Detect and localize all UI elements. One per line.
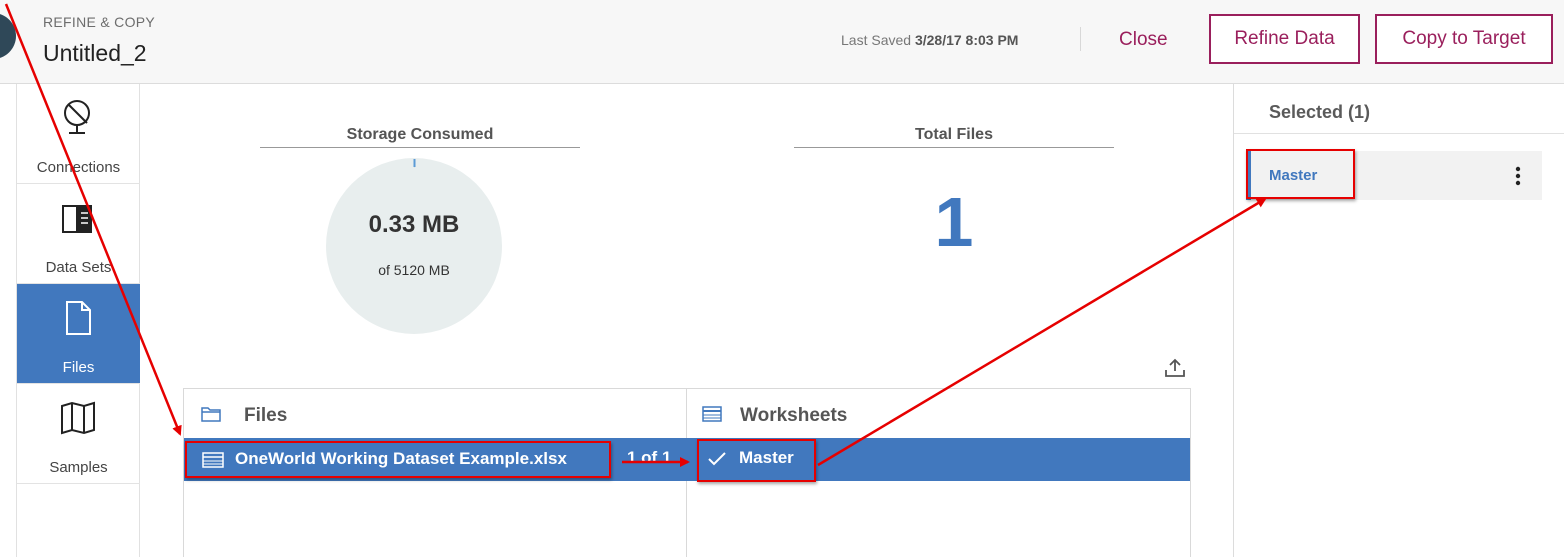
page-title[interactable]: Untitled_2 (43, 40, 147, 67)
nav-item-data-sets[interactable]: Data Sets (17, 184, 140, 284)
last-saved-label: Last Saved (841, 32, 912, 48)
upload-icon[interactable] (1164, 358, 1186, 378)
selected-item[interactable]: Master (1246, 151, 1542, 200)
file-icon (66, 301, 91, 335)
storage-consumed-title: Storage Consumed (346, 126, 494, 143)
total-files-title: Total Files (915, 126, 993, 143)
overflow-menu-icon[interactable] (1512, 164, 1524, 188)
file-count: 1 of 1 (627, 448, 672, 467)
data-sets-icon (62, 205, 92, 233)
worksheets-column-header: Worksheets (740, 405, 848, 426)
file-name: OneWorld Working Dataset Example.xlsx (235, 449, 567, 468)
app-label: REFINE & COPY (43, 14, 156, 30)
nav-label-connections: Connections (36, 159, 121, 176)
nav-label-files: Files (62, 359, 95, 376)
samples-icon (61, 401, 95, 435)
nav-label-data-sets: Data Sets (45, 259, 112, 276)
checkmark-icon (708, 452, 726, 466)
copy-to-target-button[interactable]: Copy to Target (1375, 14, 1553, 64)
storage-value: 0.33 MB (368, 211, 460, 238)
storage-donut-track (326, 158, 502, 334)
storage-title-rule (260, 147, 580, 148)
worksheet-list-item[interactable]: Master (698, 440, 814, 480)
nav-item-files[interactable]: Files (17, 284, 140, 384)
storage-used-tick (413, 159, 416, 167)
header: REFINE & COPY Untitled_2 Last Saved 3/28… (0, 0, 1564, 84)
nav-item-connections[interactable]: Connections (17, 84, 140, 184)
refine-data-button[interactable]: Refine Data (1209, 14, 1360, 64)
nav-item-samples[interactable]: Samples (17, 384, 140, 484)
nav-label-samples: Samples (49, 459, 108, 476)
storage-capacity: of 5120 MB (378, 262, 450, 278)
selected-panel-divider (1234, 133, 1564, 134)
last-saved: Last Saved 3/28/17 8:03 PM (841, 32, 1018, 48)
avatar[interactable] (0, 13, 16, 59)
left-nav: Connections Data Sets Files Samples (16, 84, 140, 557)
total-files-rule (794, 147, 1114, 148)
storage-donut (326, 158, 502, 334)
connections-icon (64, 100, 90, 134)
worksheet-name: Master (739, 448, 794, 467)
folder-icon (201, 407, 221, 422)
last-saved-value: 3/28/17 8:03 PM (914, 32, 1019, 48)
total-files-count: 1 (934, 183, 974, 261)
spreadsheet-icon (202, 452, 224, 468)
app-window: REFINE & COPY Untitled_2 Last Saved 3/28… (0, 0, 1564, 557)
file-list-item[interactable]: OneWorld Working Dataset Example.xlsx (186, 441, 610, 477)
close-button[interactable]: Close (1119, 29, 1168, 51)
selected-panel-title: Selected (1) (1269, 102, 1371, 122)
worksheet-icon (702, 406, 722, 422)
selected-item-name: Master (1269, 167, 1318, 184)
files-column-header: Files (244, 405, 288, 426)
header-divider (1080, 27, 1081, 51)
